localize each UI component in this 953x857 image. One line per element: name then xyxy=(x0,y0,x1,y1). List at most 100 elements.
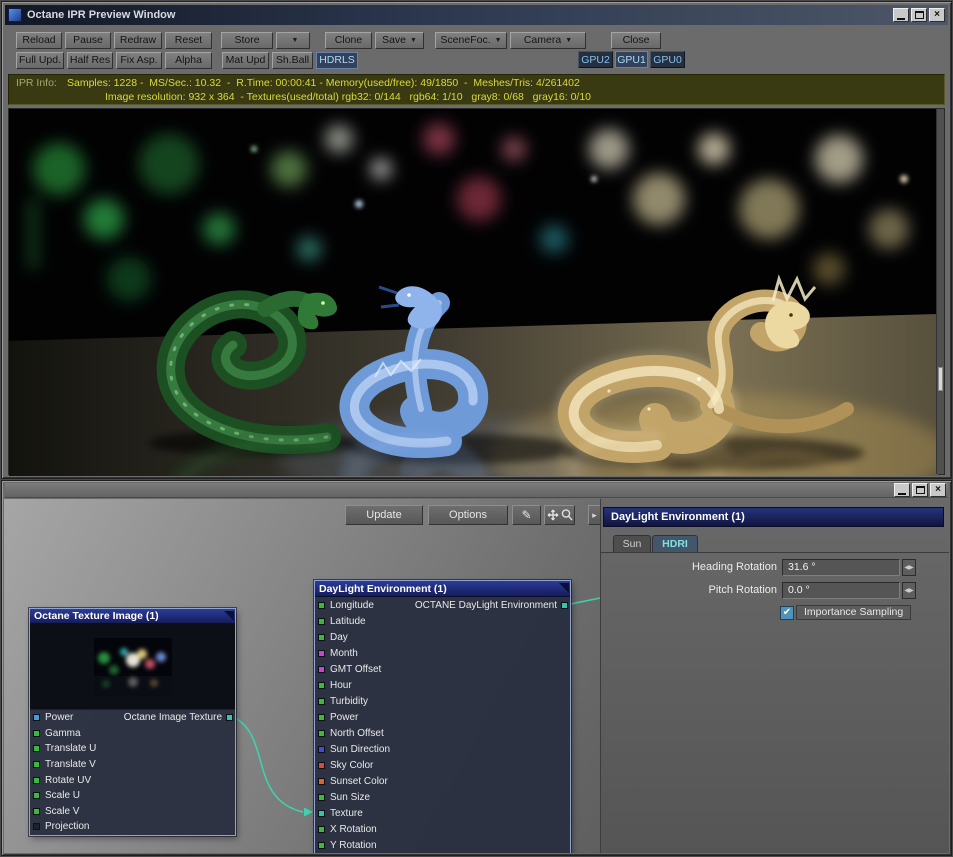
sh-ball-button[interactable]: Sh.Ball xyxy=(272,51,313,69)
node-input-row[interactable]: Translate U xyxy=(30,741,235,757)
close-icon[interactable]: × xyxy=(929,8,945,22)
input-port[interactable] xyxy=(33,761,40,769)
gpu2-button[interactable]: GPU2 xyxy=(578,51,613,68)
node-input-row[interactable]: Latitude xyxy=(315,613,570,629)
node-output[interactable]: Octane Image Texture xyxy=(124,710,233,726)
input-port[interactable] xyxy=(33,792,40,800)
close-icon[interactable]: × xyxy=(930,483,946,497)
node-input-row[interactable]: Projection xyxy=(30,819,235,835)
reload-button[interactable]: Reload xyxy=(16,31,62,49)
importance-sampling-label[interactable]: Importance Sampling xyxy=(796,605,912,620)
update-button[interactable]: Update xyxy=(345,505,423,525)
input-port[interactable] xyxy=(318,601,325,609)
input-port[interactable] xyxy=(33,745,40,753)
node-input-row[interactable]: Scale V xyxy=(30,804,235,820)
input-port[interactable] xyxy=(318,809,325,817)
pause-button[interactable]: Pause xyxy=(65,31,111,49)
maximize-icon[interactable] xyxy=(912,483,928,497)
node-input-row[interactable]: Power xyxy=(315,709,570,725)
heading-rotation-stepper[interactable]: ◀▶ xyxy=(902,559,916,576)
close-button[interactable]: Close xyxy=(611,31,661,49)
node-collapse-icon[interactable] xyxy=(559,583,569,593)
input-port[interactable] xyxy=(318,745,325,753)
node-input-row[interactable]: Translate V xyxy=(30,757,235,773)
input-port[interactable] xyxy=(318,761,325,769)
node-input-row[interactable]: Y Rotation xyxy=(315,837,570,853)
input-port[interactable] xyxy=(33,807,40,815)
input-port[interactable] xyxy=(318,729,325,737)
input-port[interactable] xyxy=(318,841,325,849)
pitch-rotation-input[interactable]: 0.0 ° xyxy=(782,582,900,599)
alpha-button[interactable]: Alpha xyxy=(165,51,212,69)
minimize-icon[interactable] xyxy=(894,483,910,497)
input-port[interactable] xyxy=(318,649,325,657)
input-port[interactable] xyxy=(318,681,325,689)
input-port[interactable] xyxy=(318,633,325,641)
preview-scrollbar-thumb[interactable] xyxy=(938,367,943,391)
node-input-row[interactable]: Rotate UV xyxy=(30,772,235,788)
input-port[interactable] xyxy=(318,777,325,785)
scenefoc-button[interactable]: SceneFoc. ▼ xyxy=(435,31,507,49)
input-port[interactable] xyxy=(33,729,40,737)
editor-titlebar[interactable]: × xyxy=(5,483,948,498)
input-port[interactable] xyxy=(318,793,325,801)
node-input-row[interactable]: Sunset Color xyxy=(315,773,570,789)
pitch-rotation-stepper[interactable]: ◀▶ xyxy=(902,582,916,599)
minimize-icon[interactable] xyxy=(893,8,909,22)
save-button[interactable]: Save ▼ xyxy=(375,31,424,49)
node-input-row[interactable]: Sun Direction xyxy=(315,741,570,757)
pan-zoom-button[interactable] xyxy=(544,505,575,525)
output-port[interactable] xyxy=(226,714,233,722)
heading-rotation-input[interactable]: 31.6 ° xyxy=(782,559,900,576)
node-titlebar[interactable]: Octane Texture Image (1) xyxy=(30,609,235,624)
gpu0-button[interactable]: GPU0 xyxy=(650,51,685,68)
window-controls: × xyxy=(894,483,946,497)
node-collapse-icon[interactable] xyxy=(224,611,234,621)
tab-hdri[interactable]: HDRI xyxy=(652,535,698,552)
input-port[interactable] xyxy=(33,714,40,722)
node-daylight-environment[interactable]: DayLight Environment (1) Longitude Latit… xyxy=(314,580,571,853)
importance-sampling-checkbox[interactable]: ✔ xyxy=(780,605,794,620)
hdrls-button[interactable]: HDRLS xyxy=(316,51,358,69)
input-port[interactable] xyxy=(318,713,325,721)
store-dropdown-button[interactable]: ▼ xyxy=(276,31,310,49)
tab-sun[interactable]: Sun xyxy=(613,535,651,552)
half-res-button[interactable]: Half Res xyxy=(67,51,113,69)
input-port[interactable] xyxy=(33,823,40,831)
node-input-row[interactable]: X Rotation xyxy=(315,821,570,837)
node-input-row[interactable]: Gamma xyxy=(30,726,235,742)
input-port[interactable] xyxy=(318,697,325,705)
node-input-row[interactable]: North Offset xyxy=(315,725,570,741)
input-port[interactable] xyxy=(318,665,325,673)
output-port[interactable] xyxy=(561,601,568,609)
node-input-row[interactable]: Scale U xyxy=(30,788,235,804)
clone-button[interactable]: Clone xyxy=(325,31,372,49)
full-upd-button[interactable]: Full Upd. xyxy=(16,51,64,69)
node-input-row[interactable]: GMT Offset xyxy=(315,661,570,677)
node-input-row[interactable]: Sky Color xyxy=(315,757,570,773)
input-port[interactable] xyxy=(318,825,325,833)
input-port[interactable] xyxy=(318,617,325,625)
redraw-button[interactable]: Redraw xyxy=(114,31,162,49)
node-octane-texture-image[interactable]: Octane Texture Image (1) Power Gamma Tra… xyxy=(29,608,236,836)
ipr-titlebar[interactable]: Octane IPR Preview Window × xyxy=(5,5,948,25)
maximize-icon[interactable] xyxy=(911,8,927,22)
node-input-row[interactable]: Month xyxy=(315,645,570,661)
camera-button[interactable]: Camera ▼ xyxy=(510,31,586,49)
input-port[interactable] xyxy=(33,776,40,784)
node-titlebar[interactable]: DayLight Environment (1) xyxy=(315,581,570,597)
node-input-row[interactable]: Texture xyxy=(315,805,570,821)
node-input-row[interactable]: Turbidity xyxy=(315,693,570,709)
node-output[interactable]: OCTANE DayLight Environment xyxy=(415,597,568,613)
reset-button[interactable]: Reset xyxy=(165,31,212,49)
options-button[interactable]: Options xyxy=(428,505,508,525)
fix-asp-button[interactable]: Fix Asp. xyxy=(116,51,162,69)
gpu1-button[interactable]: GPU1 xyxy=(615,51,648,68)
node-input-row[interactable]: Hour xyxy=(315,677,570,693)
preview-scrollbar[interactable] xyxy=(936,109,944,474)
node-input-row[interactable]: Day xyxy=(315,629,570,645)
store-button[interactable]: Store xyxy=(221,31,273,49)
mat-upd-button[interactable]: Mat Upd xyxy=(222,51,269,69)
node-input-row[interactable]: Sun Size xyxy=(315,789,570,805)
edit-tool-button[interactable]: ✎ xyxy=(512,505,541,525)
